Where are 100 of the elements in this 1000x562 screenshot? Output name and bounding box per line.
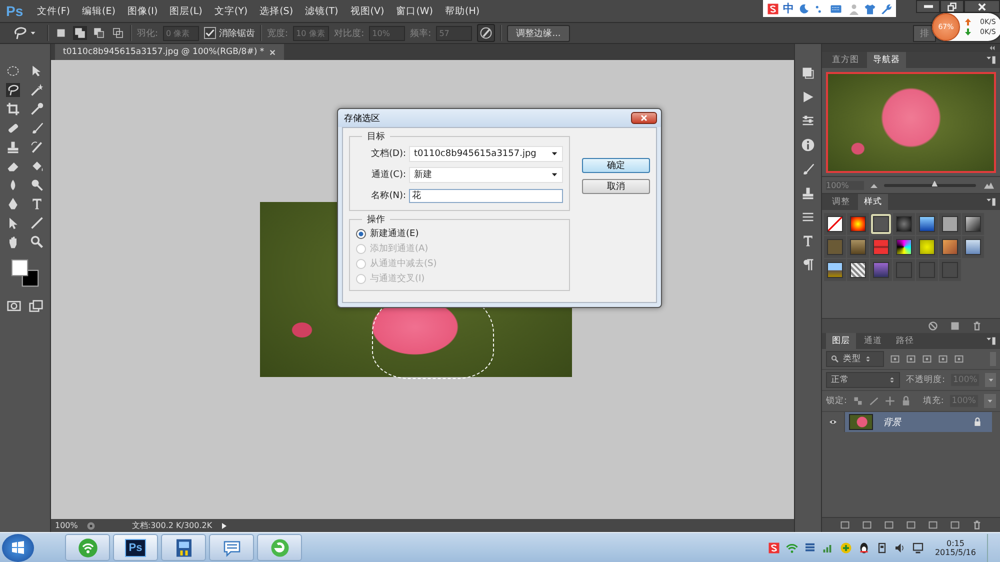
blend-mode-dropdown[interactable]: 正常 <box>826 372 900 388</box>
trash-icon[interactable] <box>972 321 982 331</box>
dialog-button[interactable]: 确定 <box>582 158 650 173</box>
lock-pixels-icon[interactable] <box>852 396 863 406</box>
style-preset[interactable] <box>893 236 915 258</box>
taskbar-app-button[interactable]: Ps <box>113 534 158 561</box>
plus-badge-icon[interactable] <box>840 542 852 554</box>
selection-mode-button[interactable] <box>73 26 87 40</box>
radio-button[interactable] <box>356 228 366 238</box>
taskbar-app-button[interactable] <box>257 534 302 561</box>
layer-comps-icon[interactable] <box>801 66 815 80</box>
sogou-logo-icon[interactable] <box>767 2 779 14</box>
style-preset[interactable] <box>847 213 869 235</box>
panel-tab[interactable]: 直方图 <box>826 52 865 68</box>
close-icon[interactable] <box>269 48 276 56</box>
smart-object-filter-icon[interactable] <box>954 354 964 364</box>
minimize-button[interactable] <box>916 0 940 13</box>
close-button[interactable] <box>964 0 1000 13</box>
menu-item[interactable]: 文字(Y) <box>208 4 254 18</box>
style-preset[interactable] <box>847 259 869 281</box>
type-icon[interactable] <box>30 197 44 211</box>
style-preset[interactable] <box>962 213 984 235</box>
link-icon[interactable] <box>840 520 850 530</box>
document-tab[interactable]: t0110c8b945615a3157.jpg @ 100%(RGB/8#) * <box>55 44 284 60</box>
panel-tab[interactable]: 通道 <box>858 333 888 349</box>
info-icon[interactable] <box>86 520 96 530</box>
keyboard-icon[interactable] <box>828 2 844 14</box>
adjustment-layer-icon[interactable] <box>906 520 916 530</box>
clock[interactable]: 0:15 2015/5/16 <box>926 538 984 556</box>
pen-icon[interactable] <box>6 197 20 211</box>
dropdown-button[interactable] <box>984 394 996 408</box>
paragraph-icon[interactable] <box>801 258 815 272</box>
panel-tab[interactable]: 图层 <box>826 333 856 349</box>
dropdown[interactable]: 新建 <box>409 166 563 182</box>
restore-button[interactable] <box>940 0 964 13</box>
panel-menu-icon[interactable] <box>986 197 996 207</box>
panel-tab[interactable]: 导航器 <box>867 52 906 68</box>
play-icon[interactable] <box>801 90 815 104</box>
menu-item[interactable]: 选择(S) <box>254 4 300 18</box>
style-preset[interactable] <box>824 213 846 235</box>
play-arrow-icon[interactable] <box>220 522 228 530</box>
shirt-icon[interactable] <box>864 2 876 14</box>
zoom-icon[interactable] <box>30 235 44 249</box>
wand-icon[interactable] <box>30 83 44 97</box>
style-preset[interactable] <box>916 236 938 258</box>
dialog-button[interactable]: 取消 <box>582 179 650 194</box>
menu-item[interactable]: 滤镜(T) <box>299 4 344 18</box>
refine-edge-button[interactable]: 调整边缘... <box>507 24 570 42</box>
menu-item[interactable]: 图层(L) <box>164 4 208 18</box>
character-icon[interactable] <box>801 234 815 248</box>
dropdown[interactable]: t0110c8b945615a3157.jpg <box>409 146 563 162</box>
type-filter-icon[interactable] <box>922 354 932 364</box>
brush-icon[interactable] <box>30 121 44 135</box>
penguin-icon[interactable] <box>858 542 870 554</box>
info-icon[interactable] <box>801 138 815 152</box>
antialias-checkbox[interactable]: 消除锯齿 <box>204 26 256 40</box>
layer-row[interactable]: 背景 <box>845 412 992 432</box>
start-button[interactable] <box>2 534 34 562</box>
checkbox[interactable] <box>204 27 216 39</box>
radio-option[interactable]: 新建通道(E) <box>356 226 563 241</box>
bucket-icon[interactable] <box>30 159 44 173</box>
zoom-slider[interactable] <box>884 184 976 186</box>
monitor-icon[interactable] <box>912 542 924 554</box>
style-preset[interactable] <box>916 213 938 235</box>
style-preset[interactable] <box>962 236 984 258</box>
menu-item[interactable]: 图像(I) <box>121 4 164 18</box>
speaker-icon[interactable] <box>894 542 906 554</box>
lock-move-icon[interactable] <box>884 396 895 406</box>
eyedropper-icon[interactable] <box>30 102 44 116</box>
screen-mode-icon[interactable] <box>29 299 43 313</box>
sliders-icon[interactable] <box>801 114 815 128</box>
style-preset[interactable] <box>824 259 846 281</box>
adjustment-filter-icon[interactable] <box>906 354 916 364</box>
menu-item[interactable]: 视图(V) <box>344 4 390 18</box>
dropdown-button[interactable] <box>985 373 996 387</box>
stamp-icon[interactable] <box>6 140 20 154</box>
new-style-icon[interactable] <box>950 321 960 331</box>
folder-icon[interactable] <box>928 520 938 530</box>
close-button[interactable] <box>631 112 657 124</box>
dodge-icon[interactable] <box>30 178 44 192</box>
panel-tab[interactable]: 调整 <box>826 194 856 210</box>
crop-icon[interactable] <box>6 102 20 116</box>
selection-mode-button[interactable] <box>92 26 106 40</box>
marquee-icon[interactable] <box>6 64 20 78</box>
line-icon[interactable] <box>30 216 44 230</box>
brush-icon[interactable] <box>801 162 815 176</box>
input-mode-toggle[interactable]: 中 <box>783 1 794 16</box>
taskbar-app-button[interactable] <box>209 534 254 561</box>
menu-item[interactable]: 编辑(E) <box>76 4 122 18</box>
moon-icon[interactable] <box>798 2 810 14</box>
sogou-icon[interactable] <box>768 542 780 554</box>
text-input[interactable]: 花 <box>409 188 563 202</box>
trash-icon[interactable] <box>972 520 982 530</box>
quick-mask-icon[interactable] <box>7 299 21 313</box>
color-swatches-drawing[interactable] <box>11 259 39 287</box>
shape-filter-icon[interactable] <box>938 354 948 364</box>
list-icon[interactable] <box>804 542 816 554</box>
menu-item[interactable]: 帮助(H) <box>439 4 486 18</box>
slider-thumb[interactable] <box>932 180 938 186</box>
stamp-icon[interactable] <box>801 186 815 200</box>
